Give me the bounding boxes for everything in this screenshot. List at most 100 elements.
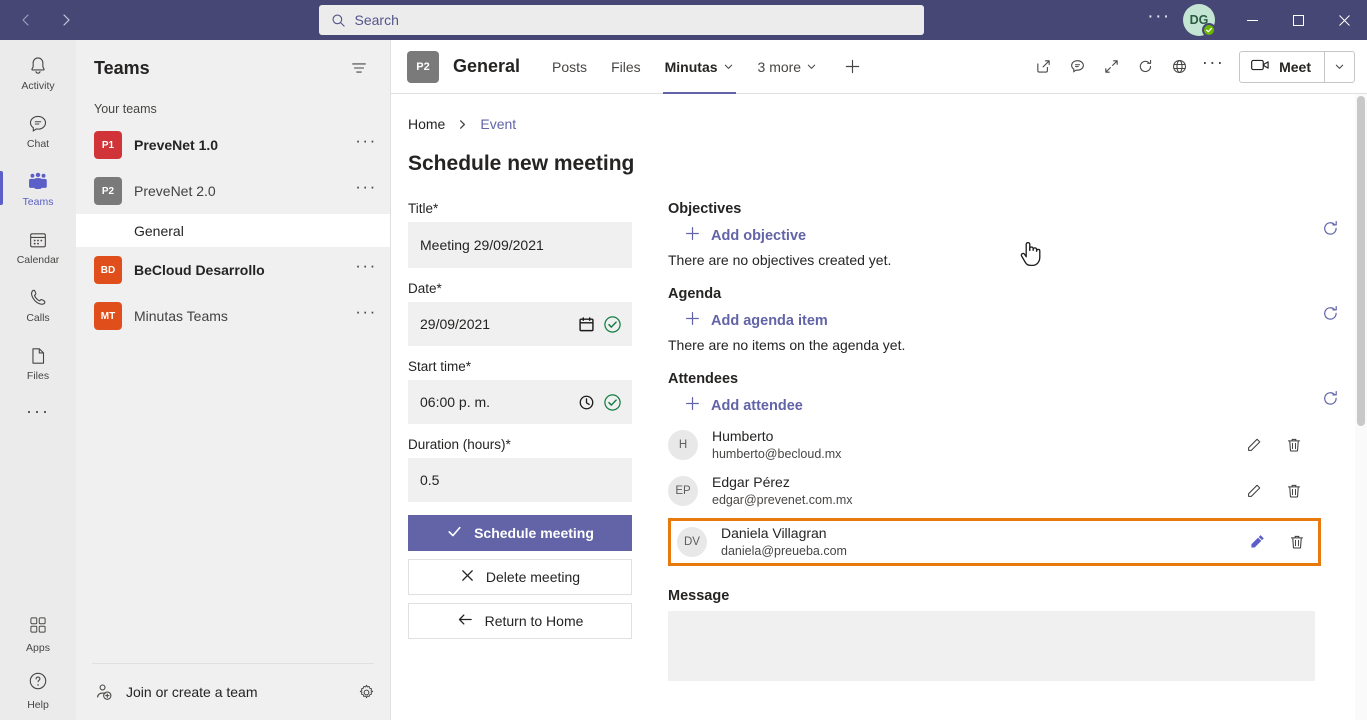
agenda-empty-text: There are no items on the agenda yet. — [668, 337, 906, 353]
minimize-button[interactable] — [1229, 0, 1275, 40]
popout-icon[interactable] — [1027, 51, 1059, 83]
scrollbar-thumb[interactable] — [1357, 96, 1365, 426]
trash-icon[interactable] — [1281, 432, 1307, 458]
duration-input[interactable]: 0.5 — [408, 458, 632, 502]
avatar: DV — [677, 526, 707, 557]
refresh-agenda-button[interactable] — [1315, 298, 1345, 328]
objectives-body: Objectives Add objective There are no ob… — [668, 201, 1315, 286]
teams-pane-footer: Join or create a team — [76, 664, 390, 720]
rail-item-calendar[interactable]: Calendar — [0, 218, 76, 276]
tab-3-more[interactable]: 3 more — [746, 40, 830, 94]
apps-icon — [28, 615, 48, 640]
rail-item-label: Apps — [26, 641, 50, 654]
phone-icon — [27, 286, 49, 310]
rail-item-activity[interactable]: Activity — [0, 44, 76, 102]
plus-icon — [684, 225, 701, 246]
teams-app-window: Search ··· DG Activity Chat Teams Calend… — [0, 0, 1367, 720]
breadcrumb-home[interactable]: Home — [408, 116, 445, 132]
attendee-row-daniela-villagran: DV Daniela Villagran daniela@preueba.com — [668, 518, 1321, 566]
close-button[interactable] — [1321, 0, 1367, 40]
calendar-icon[interactable] — [578, 316, 595, 333]
attendee-actions — [1244, 529, 1318, 555]
team-row-prevenet-2[interactable]: P2 PreveNet 2.0 ··· — [76, 168, 390, 214]
rail-item-label: Files — [26, 370, 50, 382]
add-objective-label: Add objective — [711, 227, 807, 244]
plus-icon — [684, 310, 701, 331]
join-or-create-team-label[interactable]: Join or create a team — [126, 684, 345, 700]
add-tab-button[interactable] — [835, 50, 869, 84]
title-input[interactable]: Meeting 29/09/2021 — [408, 222, 632, 268]
tab-posts[interactable]: Posts — [540, 40, 599, 94]
attendee-info: Humberto humberto@becloud.mx — [712, 428, 1227, 462]
check-icon — [446, 523, 463, 543]
rail-item-label: Teams — [22, 196, 54, 208]
meet-dropdown-button[interactable] — [1324, 51, 1354, 82]
team-more-button[interactable]: ··· — [354, 177, 378, 205]
pencil-icon[interactable] — [1241, 432, 1267, 458]
message-textarea[interactable] — [668, 610, 1315, 681]
start-time-input[interactable]: 06:00 p. m. — [408, 380, 632, 424]
attendees-title: Attendees — [668, 371, 739, 387]
breadcrumb-event[interactable]: Event — [480, 116, 516, 132]
rail-item-apps[interactable]: Apps — [0, 608, 76, 664]
clock-icon[interactable] — [578, 394, 595, 411]
rail-item-files[interactable]: Files — [0, 334, 76, 392]
delete-meeting-button[interactable]: Delete meeting — [408, 559, 632, 595]
add-attendee-button[interactable]: Add attendee — [668, 389, 1315, 422]
refresh-objectives-button[interactable] — [1315, 213, 1345, 243]
team-more-button[interactable]: ··· — [354, 256, 378, 284]
globe-icon[interactable] — [1163, 51, 1195, 83]
back-button[interactable] — [10, 6, 42, 34]
settings-more-button[interactable]: ··· — [1143, 4, 1175, 36]
pencil-icon[interactable] — [1244, 529, 1270, 555]
your-teams-label: Your teams — [94, 102, 157, 116]
attendee-row-edgar-perez: EP Edgar Pérez edgar@prevenet.com.mx — [668, 468, 1315, 514]
chevron-down-icon[interactable] — [806, 61, 817, 72]
add-agenda-item-button[interactable]: Add agenda item — [668, 304, 1315, 337]
channel-more-button[interactable]: ··· — [1197, 51, 1229, 83]
team-name: Minutas Teams — [134, 308, 228, 324]
expand-icon[interactable] — [1095, 51, 1127, 83]
return-to-home-button[interactable]: Return to Home — [408, 603, 632, 639]
attendee-actions — [1241, 478, 1315, 504]
channel-row-general[interactable]: General — [76, 214, 390, 247]
objectives-title: Objectives — [668, 201, 742, 217]
trash-icon[interactable] — [1284, 529, 1310, 555]
rail-item-chat[interactable]: Chat — [0, 102, 76, 160]
trash-icon[interactable] — [1281, 478, 1307, 504]
team-row-becloud-desarrollo[interactable]: BD BeCloud Desarrollo ··· — [76, 247, 390, 293]
rail-more-apps-button[interactable]: ··· — [0, 392, 76, 438]
pencil-icon[interactable] — [1241, 478, 1267, 504]
attendee-name: Daniela Villagran — [721, 525, 827, 541]
filter-icon[interactable] — [344, 53, 374, 83]
refresh-attendees-button[interactable] — [1315, 383, 1345, 413]
team-more-button[interactable]: ··· — [354, 131, 378, 159]
schedule-meeting-button[interactable]: Schedule meeting — [408, 515, 632, 551]
gear-icon[interactable] — [357, 683, 376, 702]
team-row-prevenet-1[interactable]: P1 PreveNet 1.0 ··· — [76, 122, 390, 168]
meet-button[interactable]: Meet — [1240, 52, 1324, 82]
date-input[interactable]: 29/09/2021 — [408, 302, 632, 346]
refresh-icon[interactable] — [1129, 51, 1161, 83]
rail-item-help[interactable]: Help — [0, 664, 76, 720]
person-add-icon[interactable] — [94, 682, 114, 702]
forward-button[interactable] — [50, 6, 82, 34]
content-scrollbar[interactable] — [1355, 94, 1367, 720]
tab-minutas[interactable]: Minutas — [653, 40, 746, 94]
help-icon — [27, 670, 49, 697]
avatar[interactable]: DG — [1179, 0, 1219, 40]
team-name: PreveNet 2.0 — [134, 183, 216, 199]
titlebar-right: ··· DG — [1142, 0, 1367, 40]
rail-item-teams[interactable]: Teams — [0, 160, 76, 218]
chat-bubble-icon[interactable] — [1061, 51, 1093, 83]
chevron-down-icon[interactable] — [723, 61, 734, 72]
team-more-button[interactable]: ··· — [354, 302, 378, 330]
rail-item-calls[interactable]: Calls — [0, 276, 76, 334]
close-icon — [460, 568, 475, 586]
rail-item-label: Activity — [21, 80, 55, 92]
maximize-button[interactable] — [1275, 0, 1321, 40]
search-input[interactable]: Search — [318, 5, 924, 35]
team-row-minutas-teams[interactable]: MT Minutas Teams ··· — [76, 293, 390, 339]
tab-files[interactable]: Files — [599, 40, 653, 94]
add-objective-button[interactable]: Add objective — [668, 219, 1315, 252]
